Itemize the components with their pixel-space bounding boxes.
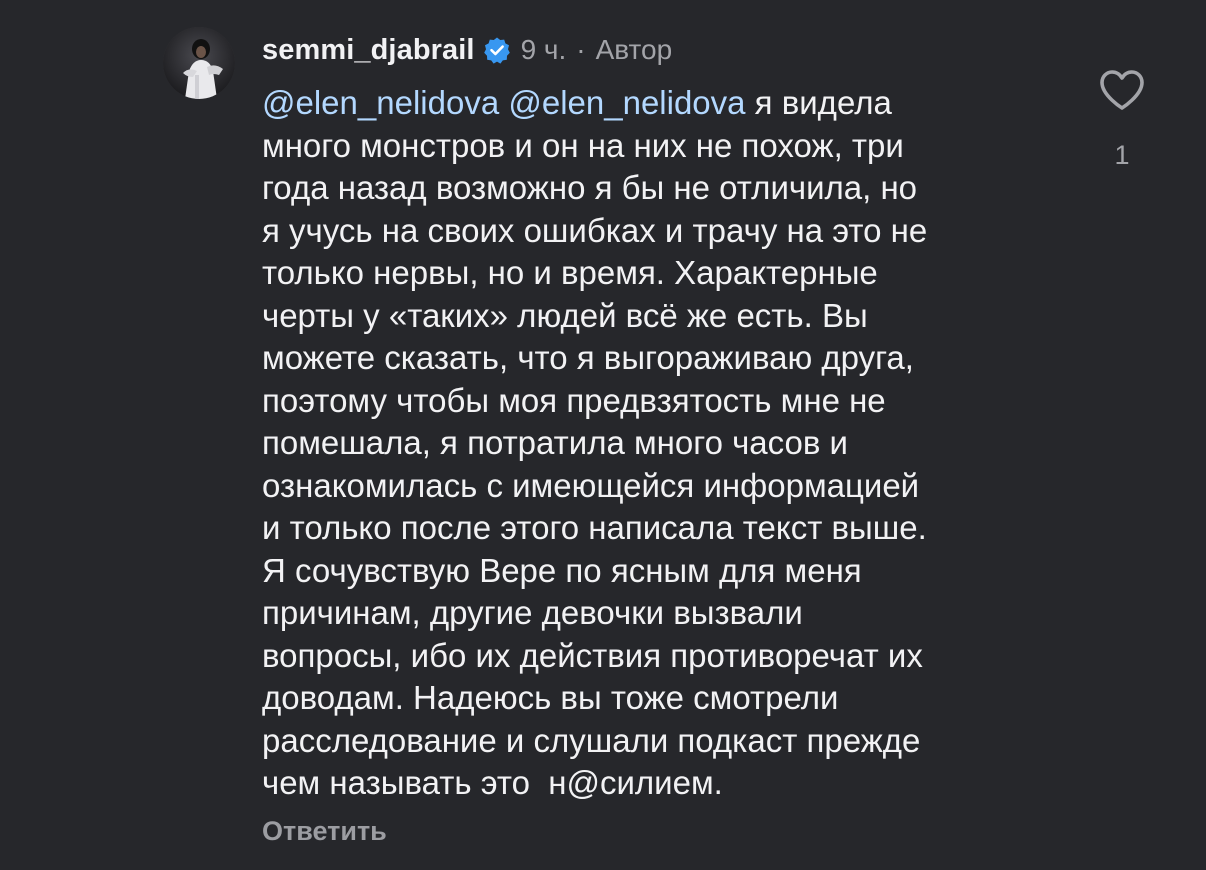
comment-text-line: только нервы, но и время. Характерные [262, 254, 878, 291]
comment-text-line: я учусь на своих ошибках и трачу на это … [262, 211, 928, 249]
author-username[interactable]: semmi_djabrail [262, 34, 475, 67]
comment: semmi_djabrail 9 ч. · Автор @elen_nelidova… [0, 0, 1206, 870]
author-avatar[interactable] [163, 27, 235, 99]
meta-separator: · [576, 34, 586, 65]
comment-text-line: Я сочувствую Вере по ясным для меня [262, 551, 862, 589]
comment-text-line: вопросы, ибо их действия противоречат их [262, 636, 923, 674]
comment-text-line: чем называть это н@силием. [262, 764, 723, 801]
comment-text-line: помешала, я потратила много часов и [262, 424, 848, 461]
avatar-photo-icon [163, 27, 235, 99]
comment-text-line: черты у «таких» людей всё же есть. Вы [262, 296, 868, 334]
heart-outline-icon [1100, 70, 1144, 110]
like-count: 1 [1114, 140, 1130, 170]
verified-badge-icon [483, 36, 511, 64]
like-button[interactable] [1098, 68, 1146, 112]
comment-text-segment: я видела [745, 84, 892, 121]
mention-link[interactable]: @elen_nelidova [508, 84, 745, 121]
reply-button[interactable]: Ответить [262, 816, 387, 847]
comment-text-line: много монстров и он на них не похож, три [262, 126, 904, 164]
comment-text-line: @elen_nelidova @elen_nelidova я видела [262, 82, 1042, 125]
mention-link[interactable]: @elen_nelidova [262, 84, 499, 121]
comment-text-line: расследование и слушали подкаст прежде [262, 721, 921, 759]
comment-meta: 9 ч. · Автор [521, 34, 673, 66]
comment-text-line: можете сказать, что я выгораживаю друга, [262, 339, 914, 376]
comment-text-line: поэтому чтобы моя предвзятость мне не [262, 381, 886, 419]
comment-header: semmi_djabrail 9 ч. · Автор [262, 31, 672, 69]
comment-text-line: доводам. Надеюсь вы тоже смотрели [262, 679, 839, 716]
comment-text-line: причинам, другие девочки вызвали [262, 594, 803, 631]
comment-text-line: года назад возможно я бы не отличила, но [262, 169, 918, 206]
comment-time: 9 ч. [520, 34, 567, 65]
author-badge: Автор [595, 34, 673, 65]
comment-text: @elen_nelidova @elen_nelidova я видела м… [262, 82, 1042, 805]
comment-text-line: и только после этого написала текст выше… [262, 509, 927, 546]
comment-text-line: ознакомилась с имеющейся информацией [262, 466, 920, 504]
